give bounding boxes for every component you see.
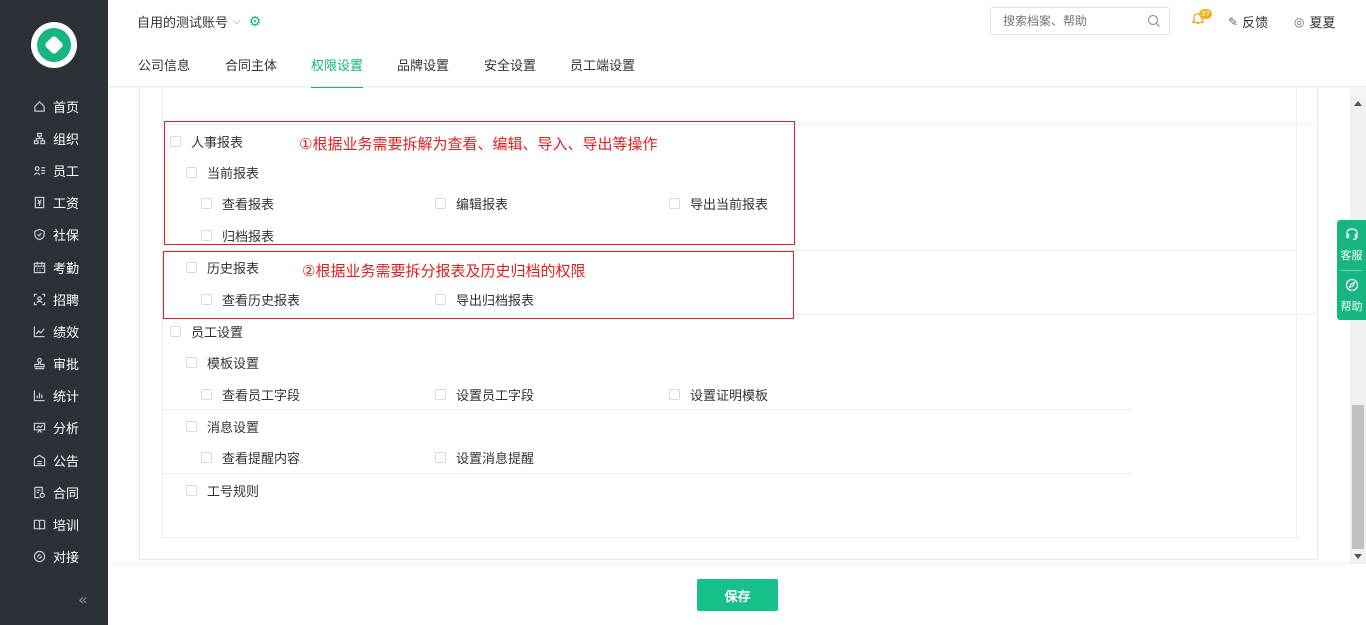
- checkbox-view-reminder-content[interactable]: 查看提醒内容: [201, 448, 300, 467]
- checkbox-box[interactable]: [201, 389, 212, 400]
- notice-icon: [32, 453, 46, 467]
- user-icon: ◎: [1294, 14, 1305, 29]
- user-menu[interactable]: ◎ 夏夏: [1294, 12, 1336, 32]
- checkbox-set-certificate-template[interactable]: 设置证明模板: [669, 385, 768, 404]
- tab-contract-entity[interactable]: 合同主体: [225, 55, 277, 87]
- salary-icon: [32, 196, 46, 210]
- sidebar-item-home[interactable]: 首页: [0, 90, 108, 122]
- sidebar-item-notice[interactable]: 公告: [0, 444, 108, 476]
- top-header: 自用的测试账号 ⌵ ⚙ 37 ✎ 反馈 ◎ 夏夏: [108, 0, 1366, 43]
- link-icon: [32, 550, 46, 564]
- checkbox-template-settings[interactable]: 模板设置: [186, 353, 259, 372]
- checkbox-box[interactable]: [435, 389, 446, 400]
- sidebar-item-training[interactable]: 培训: [0, 508, 108, 540]
- bar-chart-icon: [32, 389, 46, 403]
- settings-tabs: 公司信息 合同主体 权限设置 品牌设置 安全设置 员工端设置: [108, 43, 1366, 89]
- footer-bar: 保存: [108, 563, 1366, 625]
- chart-line-icon: [32, 324, 46, 338]
- sidebar-item-employee[interactable]: 员工: [0, 154, 108, 186]
- tab-company-info[interactable]: 公司信息: [138, 55, 190, 87]
- notification-bell-icon[interactable]: 37: [1192, 9, 1212, 29]
- compass-icon: [1345, 278, 1359, 296]
- logo-icon: [37, 28, 71, 62]
- sidebar-item-contract[interactable]: 合同: [0, 476, 108, 508]
- scroll-up-icon[interactable]: [1354, 101, 1362, 106]
- scroll-down-icon[interactable]: [1354, 554, 1362, 559]
- checkbox-job-number-rule[interactable]: 工号规则: [186, 481, 259, 500]
- home-icon: [32, 99, 46, 113]
- analysis-icon: [32, 421, 46, 435]
- sidebar-nav: 首页 组织 员工 工资 社保 考勤 招聘 绩效 审批 统计 分析 公告 合同 培…: [0, 90, 108, 573]
- checkbox-box[interactable]: [186, 421, 197, 432]
- tab-brand-settings[interactable]: 品牌设置: [397, 55, 449, 87]
- checkbox-box[interactable]: [186, 485, 197, 496]
- checkbox-box[interactable]: [201, 452, 212, 463]
- customer-service-button[interactable]: 客服: [1337, 220, 1366, 270]
- tab-permission-settings[interactable]: 权限设置: [311, 55, 364, 89]
- scrollbar-thumb[interactable]: [1352, 405, 1364, 549]
- calendar-icon: [32, 260, 46, 274]
- checkbox-set-message-reminder[interactable]: 设置消息提醒: [435, 448, 534, 467]
- annotation-text-1: ①根据业务需要拆解为查看、编辑、导入、导出等操作: [299, 135, 658, 153]
- feedback-button[interactable]: ✎ 反馈: [1228, 12, 1268, 32]
- recruit-icon: [32, 292, 46, 306]
- sidebar-item-integration[interactable]: 对接: [0, 541, 108, 573]
- edit-icon: ✎: [1228, 14, 1239, 29]
- sidebar-item-statistics[interactable]: 统计: [0, 380, 108, 412]
- sidebar-item-recruit[interactable]: 招聘: [0, 283, 108, 315]
- shield-icon: [32, 228, 46, 242]
- tab-employee-portal-settings[interactable]: 员工端设置: [570, 55, 635, 87]
- sidebar-item-social-security[interactable]: 社保: [0, 219, 108, 251]
- sidebar-item-attendance[interactable]: 考勤: [0, 251, 108, 283]
- search-box: [990, 7, 1170, 35]
- sidebar-item-analysis[interactable]: 分析: [0, 412, 108, 444]
- vertical-scrollbar[interactable]: [1350, 97, 1366, 563]
- headset-icon: [1345, 227, 1359, 245]
- checkbox-box[interactable]: [669, 389, 680, 400]
- permission-content: 人事报表 当前报表 查看报表 编辑报表 导出当前报表 归档报表 历史报表 查看历…: [108, 88, 1350, 563]
- help-button[interactable]: 帮助: [1337, 271, 1366, 321]
- checkbox-set-employee-fields[interactable]: 设置员工字段: [435, 385, 534, 404]
- stamp-icon: [32, 357, 46, 371]
- checkbox-employee-settings[interactable]: 员工设置: [170, 322, 243, 341]
- book-icon: [32, 518, 46, 532]
- search-icon[interactable]: [1147, 14, 1161, 28]
- sidebar-item-org[interactable]: 组织: [0, 122, 108, 154]
- notification-badge: 37: [1199, 9, 1212, 19]
- sidebar-item-salary[interactable]: 工资: [0, 187, 108, 219]
- sidebar-item-approval[interactable]: 审批: [0, 348, 108, 380]
- employee-icon: [32, 163, 46, 177]
- account-switcher[interactable]: 自用的测试账号 ⌵ ⚙: [137, 12, 262, 32]
- annotation-text-2: ②根据业务需要拆分报表及历史归档的权限: [302, 262, 586, 280]
- checkbox-box[interactable]: [170, 326, 181, 337]
- chevron-down-icon: ⌵: [233, 16, 241, 27]
- checkbox-box[interactable]: [186, 357, 197, 368]
- app-logo[interactable]: [31, 22, 77, 68]
- collapse-sidebar-icon[interactable]: «: [78, 590, 88, 609]
- checkbox-message-settings[interactable]: 消息设置: [186, 417, 259, 436]
- divider: [161, 409, 1132, 410]
- contract-icon: [32, 485, 46, 499]
- checkbox-view-employee-fields[interactable]: 查看员工字段: [201, 385, 300, 404]
- checkbox-box[interactable]: [435, 452, 446, 463]
- sidebar: 首页 组织 员工 工资 社保 考勤 招聘 绩效 审批 统计 分析 公告 合同 培…: [0, 0, 108, 625]
- sidebar-item-performance[interactable]: 绩效: [0, 315, 108, 347]
- org-icon: [32, 131, 46, 145]
- divider: [161, 473, 1132, 474]
- floating-help-panel: 客服 帮助: [1337, 220, 1366, 320]
- gear-icon[interactable]: ⚙: [249, 14, 262, 30]
- tab-security-settings[interactable]: 安全设置: [484, 55, 536, 87]
- search-input[interactable]: [1003, 14, 1143, 28]
- save-button[interactable]: 保存: [697, 579, 778, 611]
